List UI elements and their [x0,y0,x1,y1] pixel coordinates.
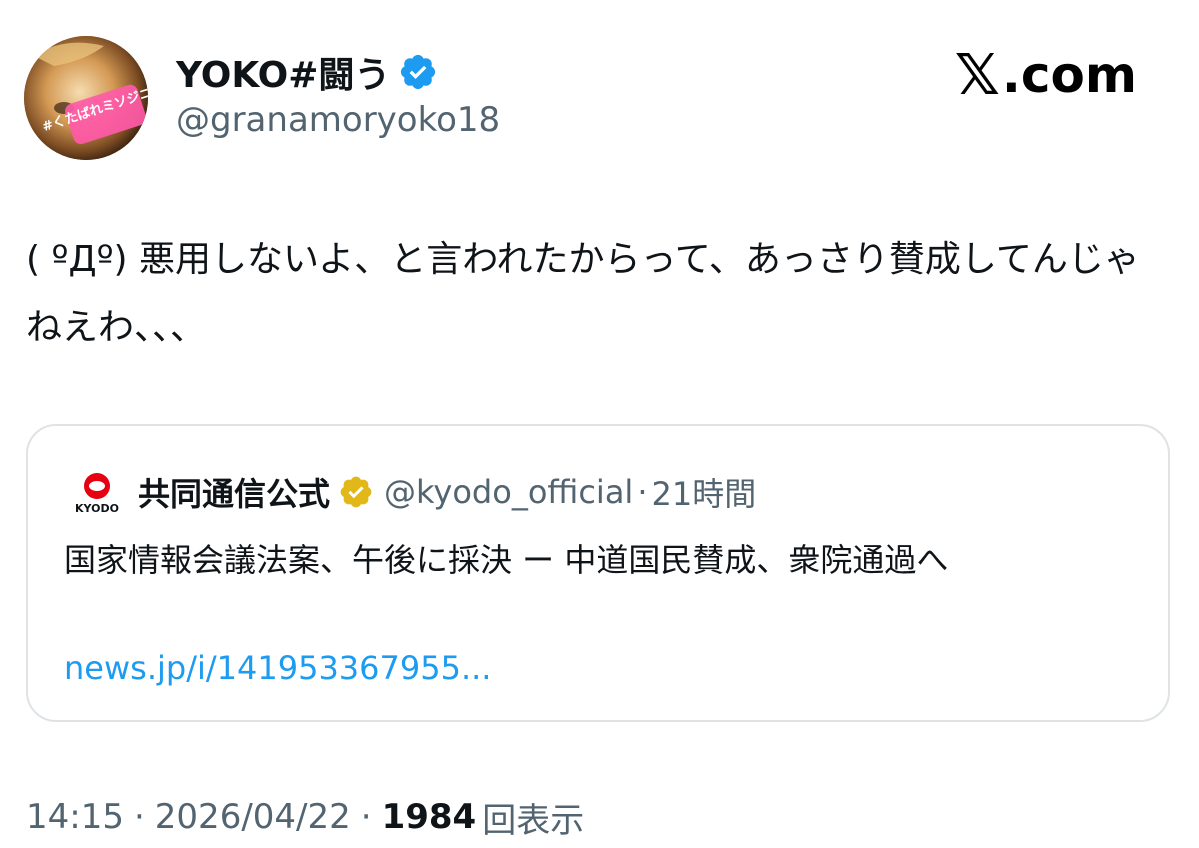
tweet-meta: 14:15 · 2026/04/22 · 1984 回表示 [26,792,584,842]
author-handle[interactable]: @granamoryoko18 [176,100,500,140]
views-count[interactable]: 1984 [382,797,477,837]
tweet-text: ( ºДº) 悪用しないよ、と言われたからって、あっさり賛成してんじゃねえわ、、… [26,239,1140,348]
quote-separator: · [637,473,648,511]
kyodo-logo-icon: KYODO [68,468,126,516]
quote-card[interactable]: KYODO 共同通信公式 @kyodo_official · 21時間 国家情報… [26,424,1170,722]
quote-link[interactable]: news.jp/i/141953367955... [64,642,491,694]
verified-badge-gold-icon [338,474,374,510]
quote-text: 国家情報会議法案、午後に採決 ー 中道国民賛成、衆院通過へ [64,541,949,579]
views-label: 回表示 [482,800,585,841]
avatar-image: #くたばれミソジニー [24,36,148,160]
quote-handle[interactable]: @kyodo_official [384,473,633,511]
meta-separator: · [360,797,372,837]
meta-separator: · [133,797,145,837]
quote-display-name[interactable]: 共同通信公式 [138,469,330,515]
avatar[interactable]: #くたばれミソジニー [24,36,148,160]
brand-watermark: 𝕏 .com [954,42,1137,108]
tweet-date[interactable]: 2026/04/22 [155,797,351,837]
verified-badge-blue-icon [398,52,438,92]
kyodo-logo-text: KYODO [75,502,119,515]
brand-domain: .com [1001,46,1137,104]
x-logo-icon: 𝕏 [954,42,1000,108]
author-display-name-row[interactable]: YOKO#闘う [176,48,438,96]
quote-timestamp[interactable]: 21時間 [651,469,756,515]
quote-header: KYODO 共同通信公式 @kyodo_official · 21時間 [68,468,756,516]
tweet-time[interactable]: 14:15 [26,797,124,837]
author-display-name[interactable]: YOKO#闘う [176,46,390,98]
